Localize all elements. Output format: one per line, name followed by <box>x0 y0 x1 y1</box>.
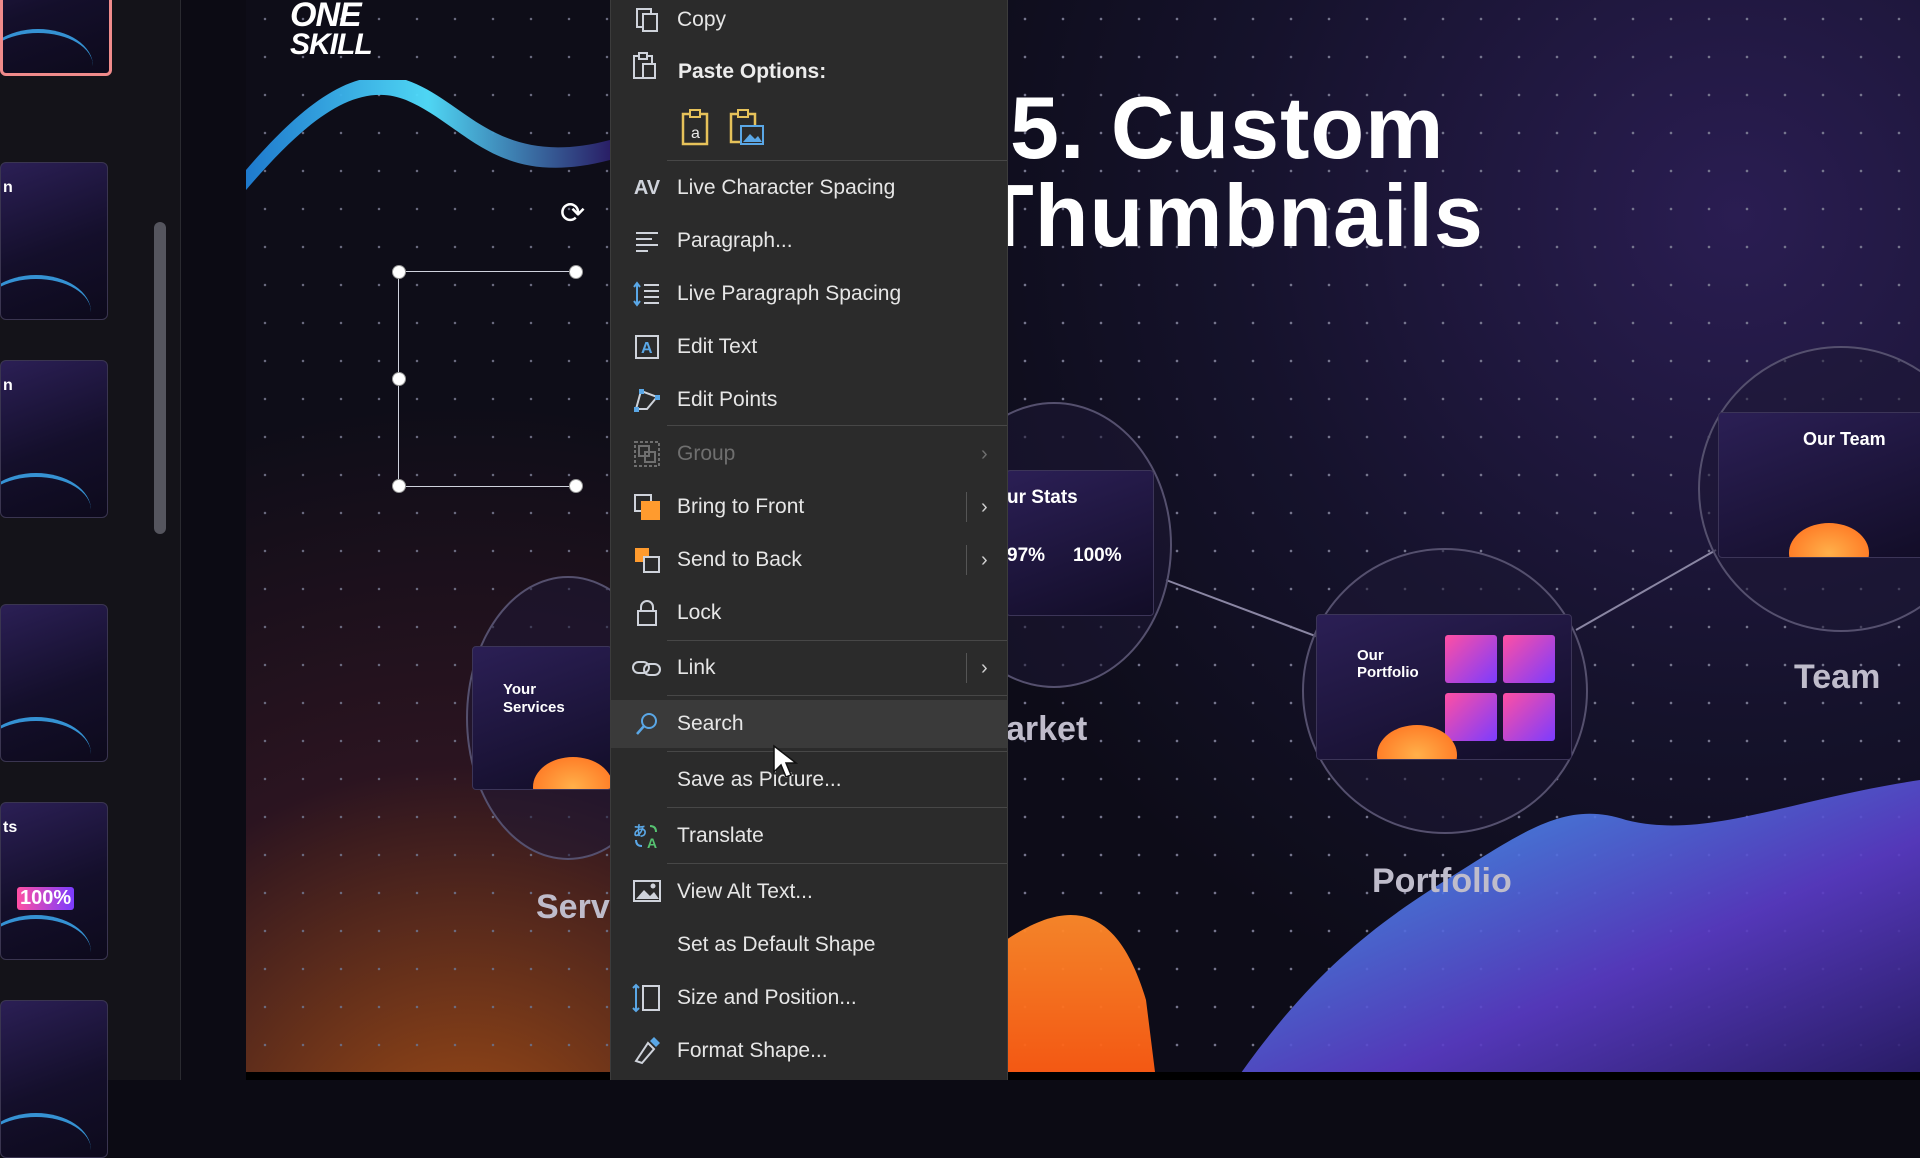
menu-item-translate[interactable]: あA Translate <box>611 812 1007 860</box>
paste-as-picture-icon[interactable] <box>727 106 767 150</box>
menu-item-lock[interactable]: Lock <box>611 589 1007 637</box>
bring-front-icon <box>631 491 663 523</box>
edit-points-icon <box>631 384 663 416</box>
menu-item-view-alt-text[interactable]: View Alt Text... <box>611 868 1007 916</box>
team-card: Our Team <box>1718 412 1920 558</box>
chevron-right-icon[interactable]: › <box>981 657 988 680</box>
portfolio-label: Portfolio <box>1372 862 1512 900</box>
thumbnail-stat: 100% <box>17 887 75 910</box>
svg-text:a: a <box>691 125 700 142</box>
paste-options-heading: Paste Options: <box>678 60 827 83</box>
team-label: Team <box>1794 658 1881 696</box>
paragraph-icon <box>631 225 663 257</box>
size-position-icon <box>631 982 663 1014</box>
thumbnail-title: ts <box>3 819 18 836</box>
menu-item-size-and-position[interactable]: Size and Position... <box>611 974 1007 1022</box>
brand-logo: ONE SKILL <box>290 0 373 61</box>
copy-icon <box>631 4 663 36</box>
alt-text-icon <box>631 876 663 908</box>
line-spacing-icon <box>631 278 663 310</box>
menu-item-group[interactable]: Group › <box>611 430 1007 478</box>
chevron-right-icon[interactable]: › <box>981 549 988 572</box>
lock-icon <box>631 597 663 629</box>
translate-icon: あA <box>631 820 663 852</box>
menu-item-copy[interactable]: Copy <box>611 0 1007 44</box>
format-shape-icon <box>631 1035 663 1067</box>
slide-thumbnail[interactable] <box>0 1000 108 1158</box>
menu-item-set-default-shape[interactable]: Set as Default Shape <box>611 921 1007 969</box>
av-spacing-icon: AV <box>633 176 661 199</box>
chevron-right-icon[interactable]: › <box>981 496 988 519</box>
resize-handle[interactable] <box>392 479 406 493</box>
group-icon <box>631 438 663 470</box>
paste-keep-text-icon[interactable]: a <box>677 106 717 150</box>
rotate-handle-icon[interactable]: ⟳ <box>560 196 585 231</box>
resize-handle[interactable] <box>569 265 583 279</box>
menu-item-format-shape[interactable]: Format Shape... <box>611 1027 1007 1075</box>
slide-thumbnail[interactable] <box>0 0 112 76</box>
send-back-icon <box>631 544 663 576</box>
resize-handle[interactable] <box>392 265 406 279</box>
portfolio-card: Our Portfolio <box>1316 614 1572 760</box>
market-label: arket <box>1006 710 1088 748</box>
menu-item-send-to-back[interactable]: Send to Back › <box>611 536 1007 584</box>
edit-text-icon: A <box>631 331 663 363</box>
resize-handle[interactable] <box>392 372 406 386</box>
mouse-cursor-icon <box>773 744 798 778</box>
chevron-right-icon: › <box>981 442 988 465</box>
slide-thumbnail-pane: n n ts 100% <box>0 0 181 1158</box>
paste-icon <box>631 52 663 84</box>
svg-text:A: A <box>641 340 653 357</box>
slide-thumbnail[interactable]: n <box>0 360 108 518</box>
svg-text:A: A <box>647 835 657 850</box>
resize-handle[interactable] <box>569 479 583 493</box>
menu-item-edit-text[interactable]: A Edit Text <box>611 323 1007 371</box>
services-label: Serv <box>536 888 610 926</box>
menu-item-save-as-picture[interactable]: Save as Picture... <box>611 756 1007 804</box>
decorative-wave <box>246 80 610 190</box>
selection-frame <box>398 271 576 487</box>
menu-item-edit-points[interactable]: Edit Points <box>611 376 1007 424</box>
menu-item-search[interactable]: Search <box>611 700 1007 748</box>
menu-item-paragraph[interactable]: Paragraph... <box>611 217 1007 265</box>
link-icon <box>631 652 663 684</box>
menu-item-live-character-spacing[interactable]: AV Live Character Spacing <box>611 164 1007 212</box>
search-icon <box>631 708 663 740</box>
menu-item-bring-to-front[interactable]: Bring to Front › <box>611 483 1007 531</box>
slide-thumbnail[interactable]: n <box>0 162 108 320</box>
thumbnail-title: n <box>3 179 13 196</box>
menu-item-link[interactable]: Link › <box>611 644 1007 692</box>
svg-text:あ: あ <box>633 823 647 839</box>
stats-card: ur Stats 97% 100% <box>1006 470 1154 616</box>
slide-thumbnail[interactable] <box>0 604 108 762</box>
slide-thumbnail[interactable]: ts 100% <box>0 802 108 960</box>
slide-title[interactable]: 5. Custom Thumbnails <box>980 84 1484 260</box>
context-menu: Copy Paste Options: a AV Live Character … <box>610 0 1008 1080</box>
services-card: Your Services <box>472 646 612 790</box>
menu-item-live-paragraph-spacing[interactable]: Live Paragraph Spacing <box>611 270 1007 318</box>
thumbnail-scrollbar[interactable] <box>154 222 166 534</box>
thumbnail-title: n <box>3 377 13 394</box>
